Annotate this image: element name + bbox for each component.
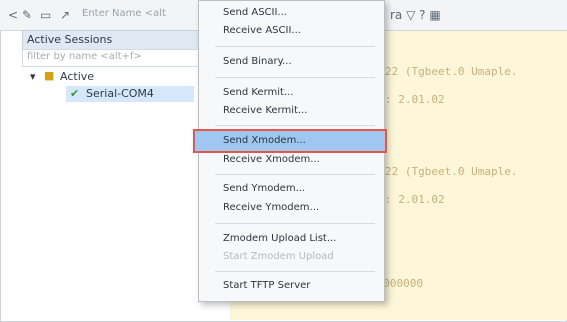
transfer-menu: Send ASCII... Receive ASCII... Send Bina… [193,0,387,302]
menu-item-start-zmodem-upload[interactable]: Start Zmodem Upload [223,251,334,262]
menu-item-receive-xmodem[interactable]: Receive Xmodem... [223,154,320,165]
pin-icon[interactable]: ✎ [22,8,32,22]
menu-separator [215,223,375,224]
menu-item-zmodem-upload-list[interactable]: Zmodem Upload List... [223,233,336,244]
check-icon: ✔ [70,87,80,100]
sessions-header: Active Sessions [22,30,199,50]
sessions-title: Active Sessions [27,33,113,46]
search-input[interactable]: Enter Name <alt [82,8,166,19]
sessions-list [22,102,197,298]
sessions-toolbar: < ✎ ▭ ↗ Enter Name <alt [0,0,230,31]
menu-item-receive-kermit[interactable]: Receive Kermit... [223,105,307,116]
terminal-line: 22 (Tgbeet.0 Umaple. [385,165,518,178]
tree-expand-icon[interactable]: ▾ [30,70,36,83]
menu-separator [215,77,375,78]
terminal-line: : 2.01.02 [385,93,445,106]
menu-item-send-ymodem[interactable]: Send Ymodem... [223,183,305,194]
folder-icon: ■ [44,69,55,82]
window-icon[interactable]: ▭ [40,8,51,22]
menu-item-send-kermit[interactable]: Send Kermit... [223,87,294,98]
terminal-line: 22 (Tgbeet.0 Umaple. [385,65,518,78]
session-name[interactable]: Serial-COM4 [86,87,154,100]
menu-separator [215,271,375,272]
menu-item-send-binary[interactable]: Send Binary... [223,56,292,67]
terminal-line: : 2.01.02 [385,193,445,206]
menu-item-start-tftp-server[interactable]: Start TFTP Server [223,280,310,291]
menu-separator [215,174,375,175]
filter-placeholder: filter by name <alt+f> [27,51,142,62]
menu-separator [215,46,375,47]
right-toolbar-icons[interactable]: ra ▽ ? ▦ [390,8,441,22]
tree-item-active[interactable]: Active [60,70,94,83]
plug-icon[interactable]: ↗ [60,8,70,22]
back-icon[interactable]: < [8,8,18,22]
menu-item-send-xmodem[interactable]: Send Xmodem... [223,135,306,146]
menu-item-receive-ascii[interactable]: Receive ASCII... [223,25,301,36]
menu-separator [215,125,375,126]
session-filter-field[interactable]: filter by name <alt+f> [22,49,199,67]
menu-item-receive-ymodem[interactable]: Receive Ymodem... [223,202,319,213]
menu-item-send-ascii[interactable]: Send ASCII... [223,7,287,18]
